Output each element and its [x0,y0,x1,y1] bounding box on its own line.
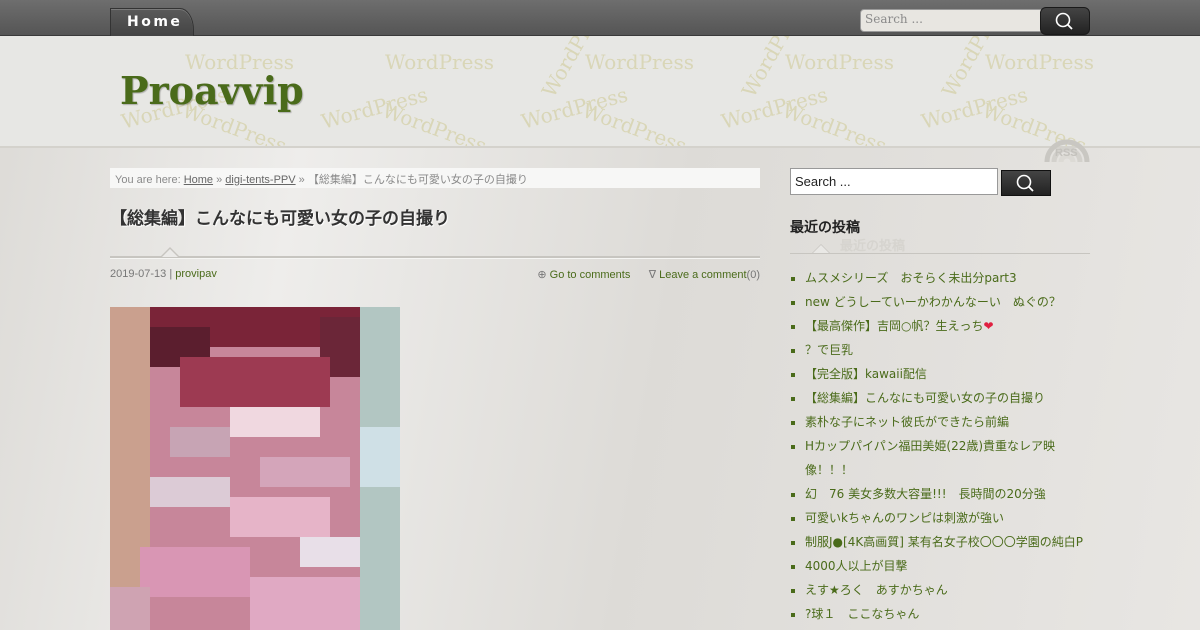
list-item: 【総集編】こんなにも可愛い女の子の自撮り [805,386,1090,410]
list-item: えす★ろく あすかちゃん [805,578,1090,602]
post-title: 【総集編】こんなにも可愛い女の子の自撮り [110,209,450,229]
comments-icon: ⊕ [537,269,547,281]
list-item: 制服J●[4K高画質] 某有名女子校〇〇〇学園の純白P [805,530,1090,554]
sidebar-search-button[interactable] [1001,170,1051,196]
post-date: 2019-07-13 [110,268,167,280]
top-navbar: Home Search ... [0,0,1200,36]
recent-post-link[interactable]: 4000人以上が目撃 [805,559,908,573]
breadcrumb-current: 【総集編】こんなにも可愛い女の子の自撮り [307,174,528,186]
watermark-text: WordPress [385,50,494,74]
recent-post-link[interactable]: new どうしーていーかわかんなーい ぬぐの？ [805,295,1061,309]
breadcrumb-home-link[interactable]: Home [184,174,213,186]
recent-posts-title: 最近の投稿 [790,220,860,236]
breadcrumb-separator: » [295,174,308,186]
breadcrumb-prefix: You are here: [115,174,184,186]
list-item: ?球１ ここなちゃん [805,602,1090,626]
watermark-text: WordPress [985,50,1094,74]
recent-post-link[interactable]: ?球１ ここなちゃん [805,607,919,621]
title-divider-notch [160,247,180,257]
site-header: WordPress WordPress WordPress WordPress … [0,36,1200,148]
site-title[interactable]: Proavvip [120,68,304,113]
watermark-text: WordPress [779,98,890,148]
watermark-text: WordPress [585,50,694,74]
breadcrumb-category-link[interactable]: digi-tents-PPV [225,174,295,186]
list-item: 素朴な子にネット彼氏ができたら前編 [805,410,1090,434]
title-divider [110,256,760,259]
top-search-input[interactable]: Search ... [860,9,1045,32]
list-item: ムスメシリーズ おそらく未出分part3 [805,266,1090,290]
recent-post-link[interactable]: Hカップパイパン福田美姫(22歳)貴重なレア映像！！！ [805,439,1055,477]
recent-post-link[interactable]: 可愛いkちゃんのワンピは刺激が強い [805,511,1004,525]
breadcrumb: You are here: Home » digi-tents-PPV » 【総… [110,168,760,188]
recent-post-link[interactable]: ？で巨乳 [805,343,853,357]
watermark-text: WordPress [379,98,490,148]
list-item: 幻 76 美女多数大容量!!! 長時間の20分強 [805,482,1090,506]
search-icon [1016,174,1034,192]
list-item: 可愛いkちゃんのワンピは刺激が強い [805,506,1090,530]
nav-home-label: Home [127,14,183,30]
list-item: new どうしーていーかわかんなーい ぬぐの？ [805,290,1090,314]
post-comment-links: ⊕ Go to comments ∇ Leave a comment(0) [537,268,760,281]
post-meta-separator: | [166,268,176,280]
recent-posts-title-shadow: 最近の投稿 [840,239,906,254]
widget-divider-notch [812,244,830,253]
comment-count: (0) [746,269,760,281]
recent-post-link[interactable]: 制服J●[4K高画質] 某有名女子校〇〇〇学園の純白P [805,535,1083,549]
watermark-text: WordPress [579,98,690,148]
recent-post-link[interactable]: 【完全版】kawaii配信 [805,367,927,381]
recent-post-link[interactable]: ムスメシリーズ おそらく未出分part3 [805,271,1017,285]
breadcrumb-separator: » [213,174,226,186]
recent-post-link[interactable]: 素朴な子にネット彼氏ができたら前編 [805,415,1009,429]
recent-posts-list: ムスメシリーズ おそらく未出分part3 new どうしーていーかわかんなーい … [790,266,1090,626]
recent-post-link[interactable]: 【最高傑作】吉岡○帆？生えっち [805,319,983,333]
list-item: 4000人以上が目撃 [805,554,1090,578]
go-to-comments-link[interactable]: Go to comments [550,269,631,281]
list-item: Hカップパイパン福田美姫(22歳)貴重なレア映像！！！ [805,434,1090,482]
recent-post-link[interactable]: 幻 76 美女多数大容量!!! 長時間の20分強 [805,487,1046,501]
post-author-link[interactable]: provipav [175,268,217,280]
leave-comment-link[interactable]: Leave a comment [659,269,746,281]
widget-divider [790,253,1090,254]
recent-post-link[interactable]: えす★ろく あすかちゃん [805,583,948,597]
heart-icon: ❤ [983,319,994,333]
watermark-text: WordPress [785,50,894,74]
recent-post-link[interactable]: 【総集編】こんなにも可愛い女の子の自撮り [805,391,1045,405]
list-item: 【最高傑作】吉岡○帆？生えっち❤ [805,314,1090,338]
post-image-pixelated [110,307,400,630]
rss-label[interactable]: RSS [1055,147,1078,159]
list-item: 【完全版】kawaii配信 [805,362,1090,386]
top-search-button[interactable] [1040,7,1090,35]
post-meta: 2019-07-13 | provipav ⊕ Go to comments ∇… [110,268,760,281]
search-icon [1055,12,1073,30]
sidebar-search-input[interactable]: Search ... [790,168,998,195]
list-item: ？で巨乳 [805,338,1090,362]
nav-home-tab[interactable]: Home [110,8,194,36]
leave-comment-icon: ∇ [648,269,657,281]
